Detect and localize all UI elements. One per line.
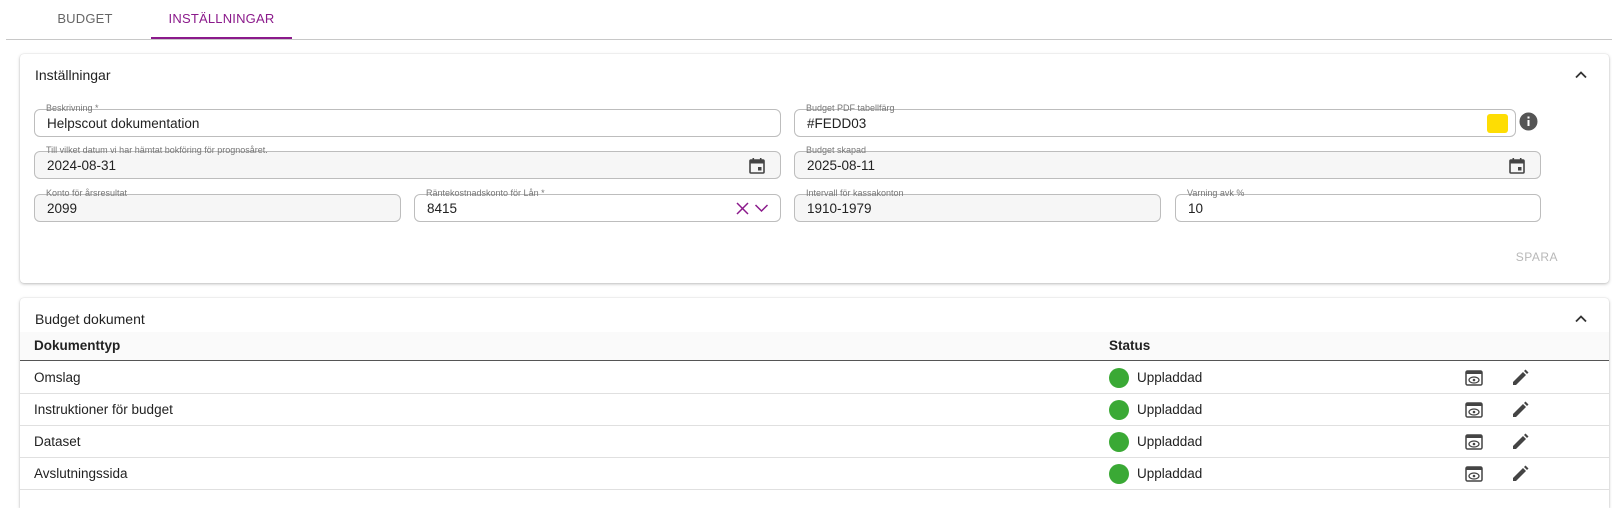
budget-skapad-value: 2025-08-11 [807, 158, 876, 173]
pencil-icon[interactable] [1511, 401, 1529, 419]
tab-installningar[interactable]: INSTÄLLNINGAR [151, 0, 292, 39]
rantekostnadskonto-select[interactable]: Räntekostnadskonto för Lån * 8415 [414, 188, 781, 222]
eye-icon[interactable] [1465, 370, 1483, 386]
document-type: Dataset [34, 434, 81, 449]
pencil-icon[interactable] [1511, 433, 1529, 451]
beskrivning-label: Beskrivning * [43, 103, 102, 114]
chevron-down-icon[interactable] [754, 202, 769, 214]
status-dot-icon [1109, 464, 1129, 484]
varning-field[interactable]: Varning avk % 10 [1175, 188, 1541, 222]
rantekostnadskonto-label: Räntekostnadskonto för Lån * [423, 188, 548, 199]
varning-label: Varning avk % [1184, 188, 1248, 199]
calendar-icon[interactable] [1508, 157, 1526, 175]
varning-value: 10 [1188, 201, 1204, 216]
table-row: Omslag Uppladdad [20, 362, 1609, 394]
chevron-up-icon[interactable] [1573, 311, 1589, 327]
pencil-icon[interactable] [1511, 369, 1529, 387]
beskrivning-field[interactable]: Beskrivning * Helpscout dokumentation [34, 103, 781, 137]
chevron-up-icon[interactable] [1573, 67, 1589, 83]
table-row: Instruktioner för budget Uppladdad [20, 394, 1609, 426]
tab-budget[interactable]: BUDGET [30, 0, 140, 39]
status-dot-icon [1109, 400, 1129, 420]
document-type: Instruktioner för budget [34, 402, 173, 417]
bokforing-datum-field[interactable]: Till vilket datum vi har hämtat bokförin… [34, 145, 781, 179]
status-text: Uppladdad [1137, 402, 1203, 417]
column-header-status: Status [1109, 338, 1151, 353]
table-row: Dataset Uppladdad [20, 426, 1609, 458]
document-type: Omslag [34, 370, 81, 385]
pdf-color-value: #FEDD03 [807, 116, 867, 131]
intervall-kassakonton-label: Intervall för kassakonton [803, 188, 907, 199]
status-text: Uppladdad [1137, 466, 1203, 481]
pdf-color-label: Budget PDF tabellfärg [803, 103, 898, 114]
bokforing-datum-value: 2024-08-31 [47, 158, 117, 173]
status-dot-icon [1109, 368, 1129, 388]
tab-bar: BUDGET INSTÄLLNINGAR [6, 0, 1612, 40]
konto-arsresultat-value: 2099 [47, 201, 78, 216]
settings-panel-title: Inställningar [35, 67, 111, 83]
pdf-color-field[interactable]: Budget PDF tabellfärg #FEDD03 [794, 103, 1516, 137]
documents-panel-title: Budget dokument [35, 311, 145, 327]
info-icon[interactable] [1519, 112, 1538, 131]
bokforing-datum-label: Till vilket datum vi har hämtat bokförin… [43, 145, 271, 156]
table-header: Dokumenttyp Status [20, 332, 1609, 361]
documents-panel: Budget dokument Dokumenttyp Status Omsla… [20, 298, 1609, 508]
pencil-icon[interactable] [1511, 465, 1529, 483]
eye-icon[interactable] [1465, 434, 1483, 450]
calendar-icon[interactable] [748, 157, 766, 175]
status-text: Uppladdad [1137, 434, 1203, 449]
konto-arsresultat-label: Konto för årsresultat [43, 188, 131, 199]
intervall-kassakonton-value: 1910-1979 [807, 201, 872, 216]
settings-panel: Inställningar Beskrivning * Helpscout do… [20, 54, 1609, 283]
beskrivning-value: Helpscout dokumentation [47, 116, 200, 131]
status-dot-icon [1109, 432, 1129, 452]
color-swatch[interactable] [1487, 114, 1508, 133]
intervall-kassakonton-field[interactable]: Intervall för kassakonton 1910-1979 [794, 188, 1161, 222]
clear-icon[interactable] [735, 201, 750, 216]
rantekostnadskonto-value: 8415 [427, 201, 458, 216]
eye-icon[interactable] [1465, 402, 1483, 418]
status-text: Uppladdad [1137, 370, 1203, 385]
konto-arsresultat-field[interactable]: Konto för årsresultat 2099 [34, 188, 401, 222]
column-header-dokumenttyp: Dokumenttyp [34, 338, 121, 353]
document-type: Avslutningssida [34, 466, 128, 481]
save-button[interactable]: SPARA [1516, 250, 1558, 264]
budget-skapad-label: Budget skapad [803, 145, 870, 156]
eye-icon[interactable] [1465, 466, 1483, 482]
budget-skapad-field[interactable]: Budget skapad 2025-08-11 [794, 145, 1541, 179]
table-row: Avslutningssida Uppladdad [20, 458, 1609, 490]
